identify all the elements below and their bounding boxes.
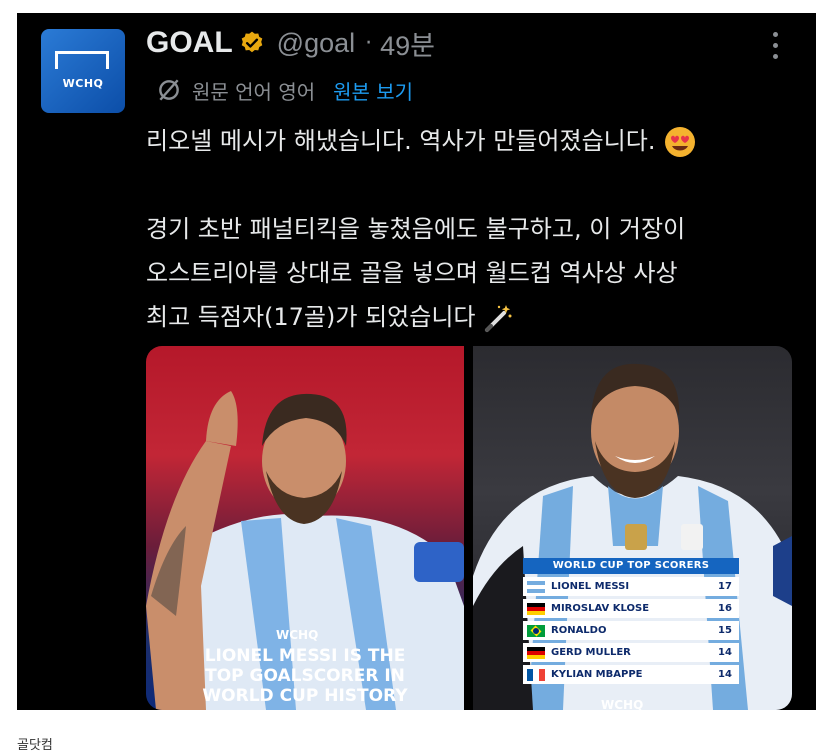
- table-row: RONALDO 15: [523, 621, 739, 640]
- player-goals: 14: [718, 647, 732, 658]
- tweet-text-line-4: 최고 득점자(17골)가 되었습니다: [146, 303, 476, 331]
- player-goals: 16: [718, 603, 732, 614]
- media-image-1[interactable]: WCHQ LIONEL MESSI IS THE TOP GOALSCORER …: [146, 346, 464, 710]
- table-row: GERD MULLER 14: [523, 643, 739, 662]
- wchq-logo: WCHQ: [601, 698, 644, 710]
- brazil-flag-icon: [527, 624, 545, 637]
- account-name[interactable]: GOAL: [146, 26, 233, 60]
- wchq-logo: WCHQ: [276, 628, 319, 642]
- source-caption: 골닷컴: [17, 738, 53, 753]
- heart-eyes-emoji: [665, 127, 696, 157]
- player-name: RONALDO: [551, 625, 607, 636]
- translation-bar: 원문 언어 영어 원본 보기: [156, 75, 413, 105]
- player-name: GERD MULLER: [551, 647, 631, 658]
- goal-frame-graphic: [55, 51, 109, 69]
- avatar-logo-text: WCHQ: [62, 77, 104, 90]
- player-name: MIROSLAV KLOSE: [551, 603, 650, 614]
- more-options-icon[interactable]: [769, 29, 781, 63]
- translate-icon: [159, 79, 179, 101]
- tweet-header: GOAL @goal · 49분: [146, 23, 435, 63]
- caption-line-2: TOP GOALSCORER IN: [205, 666, 405, 686]
- player-name: KYLIAN MBAPPE: [551, 669, 643, 680]
- tweet-card: WCHQ GOAL @goal · 49분 원문 언어 영어 원본 보기 리오넬…: [17, 13, 816, 710]
- table-title: WORLD CUP TOP SCORERS: [523, 558, 739, 574]
- verified-badge-icon: [241, 31, 262, 53]
- translation-label: 원문 언어 영어: [192, 79, 316, 104]
- france-flag-icon: [527, 668, 545, 681]
- media-image-2[interactable]: WORLD CUP TOP SCORERS LIONEL MESSI 17 MI…: [473, 346, 792, 710]
- image-caption: LIONEL MESSI IS THE TOP GOALSCORER IN WO…: [146, 646, 464, 706]
- table-row: KYLIAN MBAPPE 14: [523, 665, 739, 684]
- caption-line-1: LIONEL MESSI IS THE: [204, 646, 406, 666]
- show-original-link[interactable]: 원본 보기: [333, 76, 413, 105]
- avatar[interactable]: WCHQ: [41, 29, 125, 113]
- separator-dot: ·: [365, 30, 373, 56]
- germany-flag-icon: [527, 646, 545, 659]
- tweet-media: WCHQ LIONEL MESSI IS THE TOP GOALSCORER …: [146, 346, 792, 710]
- player-name: LIONEL MESSI: [551, 581, 630, 592]
- top-scorers-table: WORLD CUP TOP SCORERS LIONEL MESSI 17 MI…: [523, 558, 739, 684]
- table-row: LIONEL MESSI 17: [523, 577, 739, 596]
- table-row: MIROSLAV KLOSE 16: [523, 599, 739, 618]
- tweet-text-line-3: 오스트리아를 상대로 골을 넣으며 월드컵 역사상 사상: [146, 259, 678, 287]
- caption-line-3: WORLD CUP HISTORY: [202, 686, 408, 706]
- germany-flag-icon: [527, 602, 545, 615]
- post-time[interactable]: 49분: [380, 24, 435, 63]
- tweet-text-line-2: 경기 초반 패널티킥을 놓쳤음에도 불구하고, 이 거장이: [146, 215, 686, 243]
- account-handle[interactable]: @goal: [277, 28, 355, 59]
- player-goals: 17: [718, 581, 732, 592]
- player-goals: 15: [718, 625, 732, 636]
- magic-wand-emoji: [485, 305, 512, 332]
- tweet-text: 리오넬 메시가 해냈습니다. 역사가 만들어졌습니다. 경기 초반 패널티킥을 …: [146, 119, 796, 339]
- argentina-flag-icon: [527, 580, 545, 593]
- tweet-text-line-1: 리오넬 메시가 해냈습니다. 역사가 만들어졌습니다.: [146, 127, 656, 155]
- player-goals: 14: [718, 669, 732, 680]
